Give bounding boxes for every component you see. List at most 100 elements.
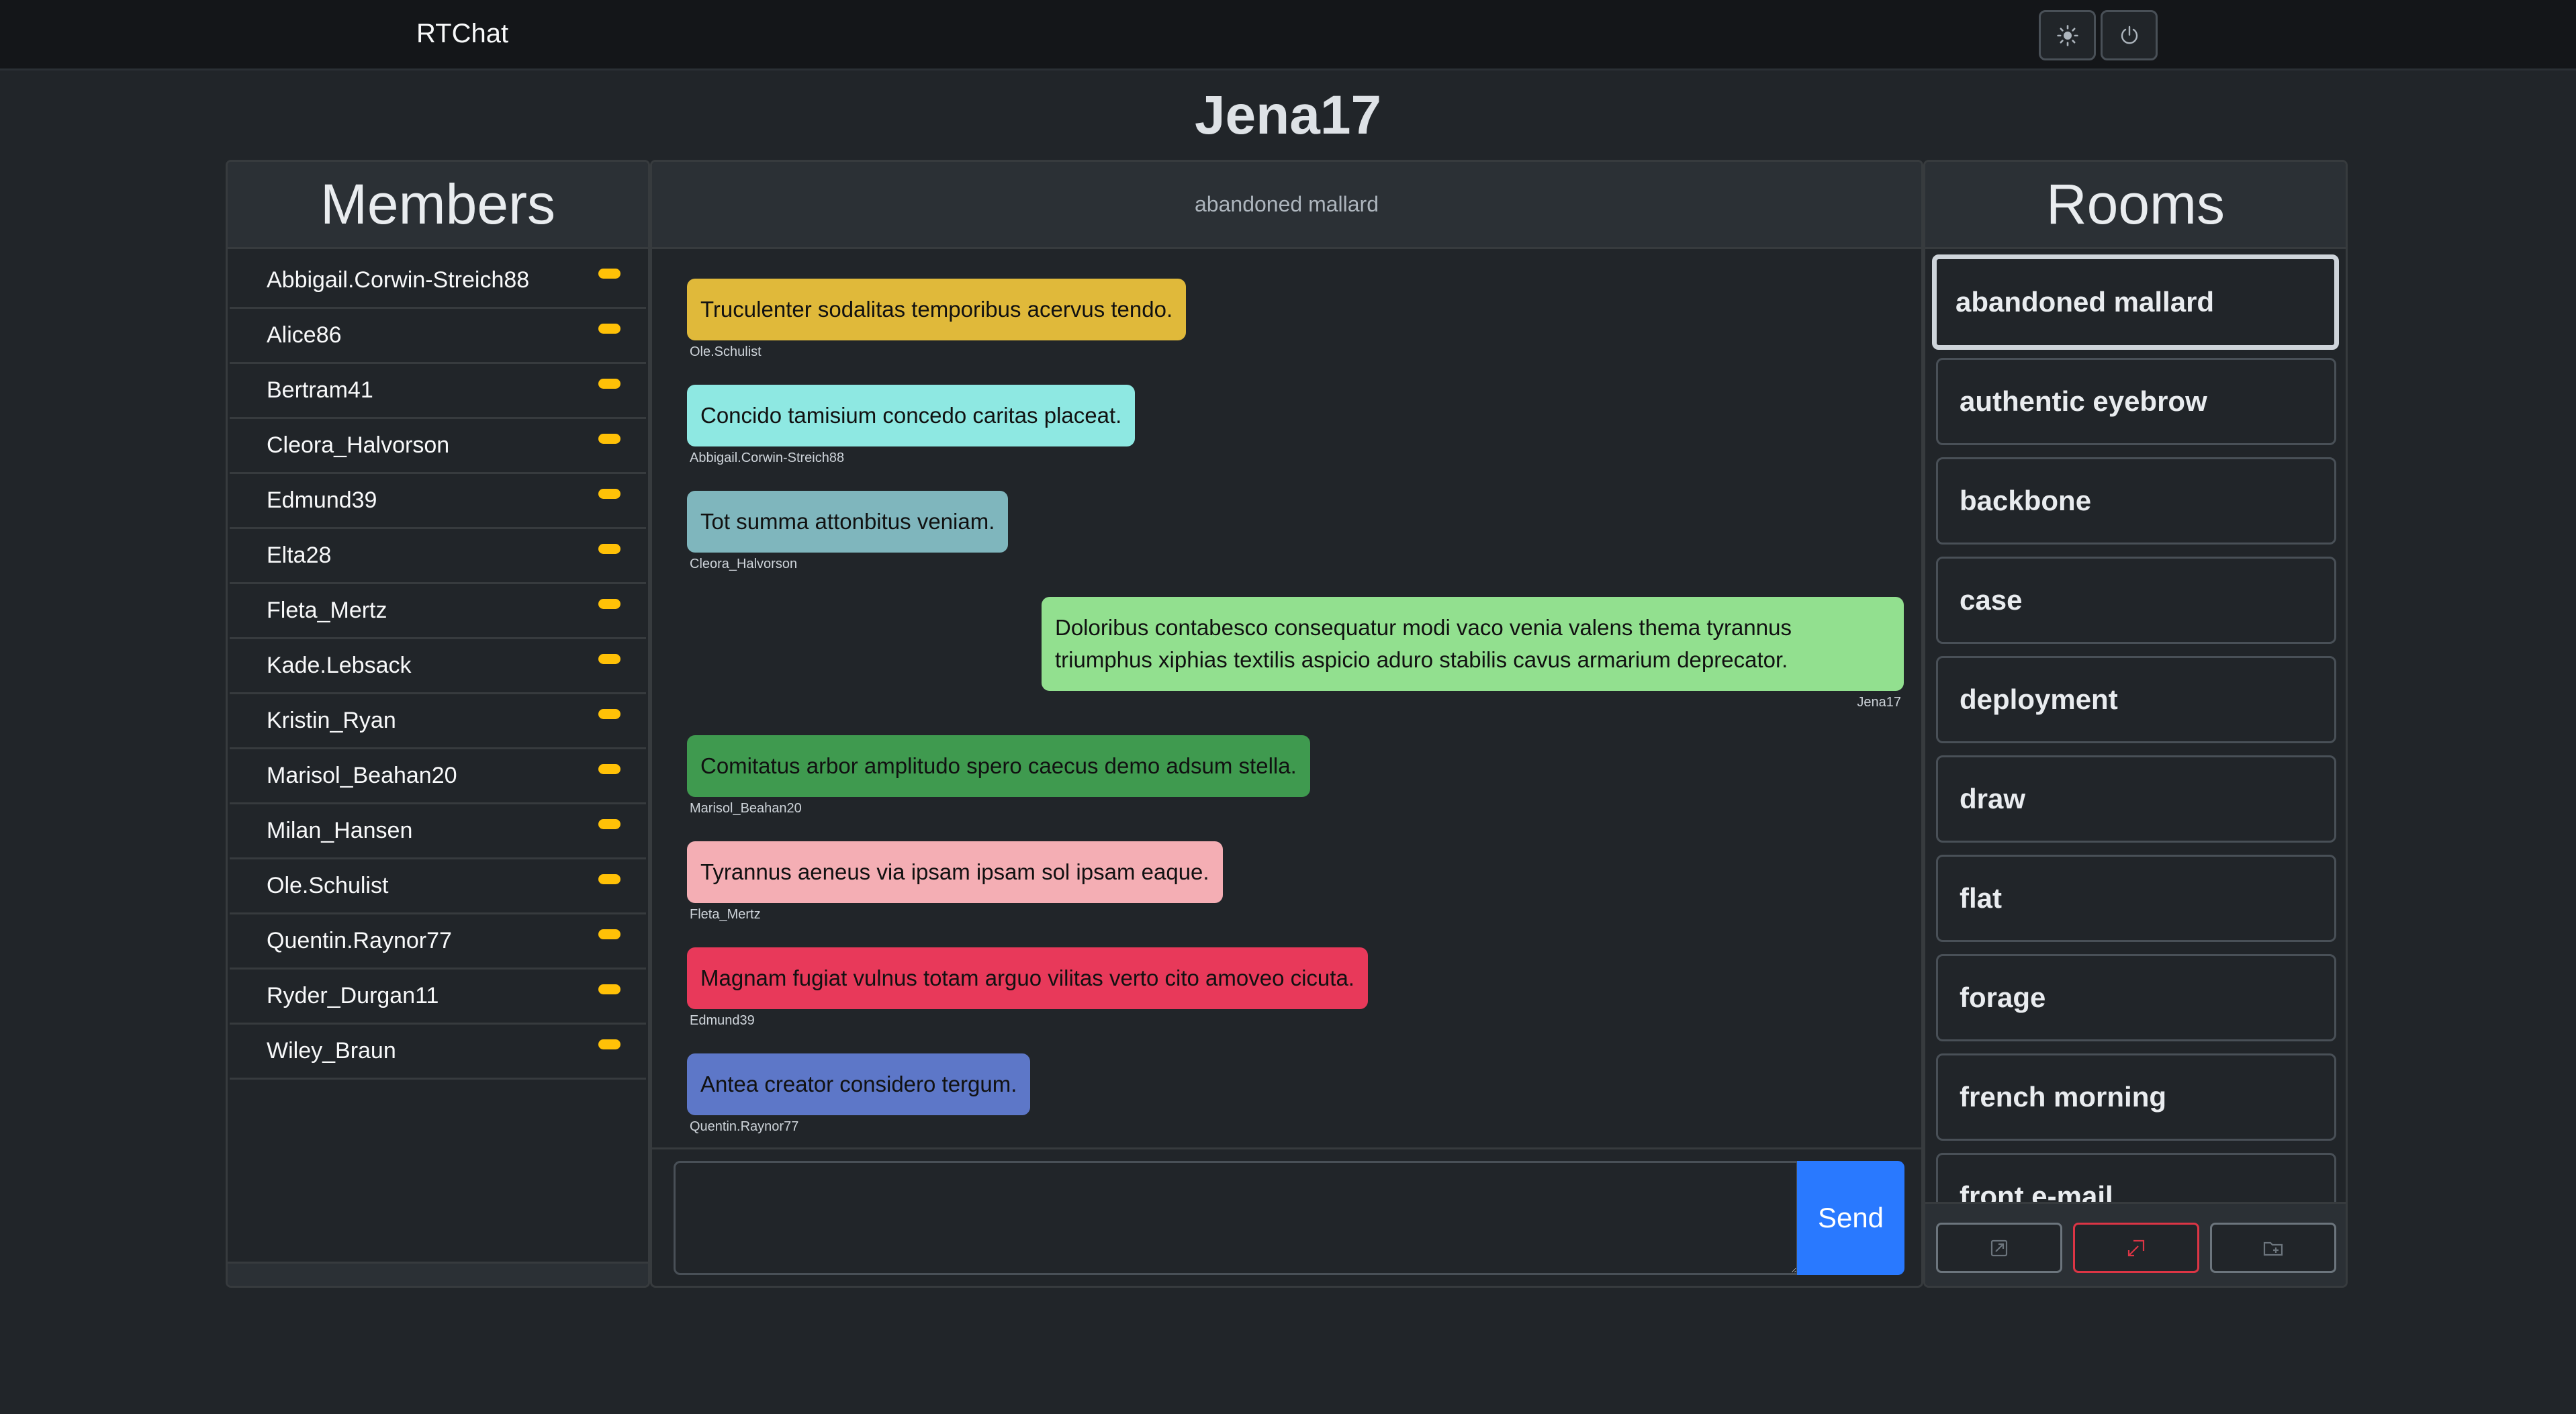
chat-panel: abandoned mallard Truculenter sodalitas …: [650, 160, 1923, 1288]
page-title: Jena17: [1194, 85, 1382, 146]
send-button[interactable]: Send: [1797, 1161, 1904, 1275]
member-name: Edmund39: [267, 487, 377, 513]
online-status-indicator: [598, 489, 620, 499]
online-status-indicator: [598, 269, 620, 279]
room-item[interactable]: flat: [1936, 855, 2336, 942]
online-status-indicator: [598, 654, 620, 664]
theme-toggle-button[interactable]: [2039, 10, 2096, 60]
message-bubble: Concido tamisium concedo caritas placeat…: [687, 385, 1136, 446]
online-status-indicator: [598, 379, 620, 389]
members-footer: [228, 1262, 648, 1286]
online-status-indicator: [598, 874, 620, 884]
room-item[interactable]: draw: [1936, 755, 2336, 843]
message-author: Cleora_Halvorson: [690, 557, 798, 571]
folder-plus-icon: [2263, 1241, 2283, 1256]
box-arrow-out-icon: [2127, 1239, 2145, 1256]
member-name: Fleta_Mertz: [267, 598, 387, 623]
chat-message: Antea creator considero tergum. Quentin.R…: [687, 1053, 1031, 1135]
room-item[interactable]: forage: [1936, 954, 2336, 1041]
chat-room-name: abandoned mallard: [652, 162, 1921, 249]
member-name: Quentin.Raynor77: [267, 928, 452, 953]
member-list: Abbigail.Corwin-Streich88 Alice86 Bertram4…: [228, 254, 648, 1268]
room-item[interactable]: french morning: [1936, 1053, 2336, 1141]
member-item[interactable]: Ryder_Durgan11: [230, 970, 646, 1025]
message-bubble: Comitatus arbor amplitudo spero caecus d…: [687, 735, 1310, 797]
member-item[interactable]: Quentin.Raynor77: [230, 914, 646, 970]
message-input[interactable]: [674, 1161, 1798, 1275]
message-bubble: Tot summa attonbitus veniam.: [687, 491, 1009, 553]
online-status-indicator: [598, 544, 620, 554]
member-name: Abbigail.Corwin-Streich88: [267, 267, 530, 293]
member-item[interactable]: Kade.Lebsack: [230, 639, 646, 694]
new-room-button[interactable]: [2210, 1223, 2336, 1273]
member-name: Wiley_Braun: [267, 1038, 396, 1064]
box-arrow-in-icon: [1990, 1239, 2008, 1256]
message-author: Jena17: [1857, 695, 1901, 710]
app-brand[interactable]: RTChat: [416, 19, 508, 49]
online-status-indicator: [598, 764, 620, 774]
member-item[interactable]: Fleta_Mertz: [230, 584, 646, 639]
online-status-indicator: [598, 819, 620, 829]
member-name: Alice86: [267, 322, 342, 348]
message-bubble: Tyrannus aeneus via ipsam ipsam sol ipsa…: [687, 841, 1223, 903]
message-bubble: Doloribus contabesco consequatur modi va…: [1042, 597, 1904, 691]
chat-message: Tot summa attonbitus veniam. Cleora_Halvo…: [687, 491, 1009, 572]
member-name: Milan_Hansen: [267, 818, 413, 843]
message-list: Truculenter sodalitas temporibus acervus…: [652, 249, 1921, 1149]
member-name: Kade.Lebsack: [267, 653, 412, 678]
member-name: Kristin_Ryan: [267, 708, 396, 733]
join-room-button[interactable]: [1936, 1223, 2062, 1273]
chat-message: Concido tamisium concedo caritas placeat…: [687, 385, 1136, 466]
member-item[interactable]: Cleora_Halvorson: [230, 419, 646, 474]
member-item[interactable]: Bertram41: [230, 364, 646, 419]
room-list: abandoned mallard authentic eyebrow backbo…: [1925, 249, 2346, 1203]
online-status-indicator: [598, 434, 620, 444]
rooms-title: Rooms: [2045, 173, 2225, 236]
sun-icon: [2056, 24, 2078, 46]
member-name: Elta28: [267, 543, 332, 568]
member-item[interactable]: Ole.Schulist: [230, 859, 646, 914]
online-status-indicator: [598, 324, 620, 334]
online-status-indicator: [598, 929, 620, 939]
member-item[interactable]: Edmund39: [230, 474, 646, 529]
room-item[interactable]: abandoned mallard: [1932, 254, 2339, 350]
member-item[interactable]: Wiley_Braun: [230, 1025, 646, 1080]
room-item[interactable]: authentic eyebrow: [1936, 358, 2336, 445]
online-status-indicator: [598, 709, 620, 719]
room-item[interactable]: backbone: [1936, 457, 2336, 545]
member-item[interactable]: Marisol_Beahan20: [230, 749, 646, 804]
room-item[interactable]: deployment: [1936, 656, 2336, 743]
member-name: Bertram41: [267, 377, 373, 403]
member-name: Ryder_Durgan11: [267, 983, 439, 1008]
message-author: Fleta_Mertz: [690, 907, 761, 922]
member-name: Ole.Schulist: [267, 873, 389, 898]
logout-button[interactable]: [2101, 10, 2158, 60]
member-item[interactable]: Alice86: [230, 309, 646, 364]
members-title: Members: [320, 173, 556, 236]
online-status-indicator: [598, 1039, 620, 1049]
members-header: Members: [228, 162, 648, 249]
member-name: Cleora_Halvorson: [267, 432, 450, 458]
chat-message: Tyrannus aeneus via ipsam ipsam sol ipsa…: [687, 841, 1223, 923]
member-item[interactable]: Milan_Hansen: [230, 804, 646, 859]
chat-message: Truculenter sodalitas temporibus acervus…: [687, 279, 1187, 360]
member-item[interactable]: Abbigail.Corwin-Streich88: [230, 254, 646, 309]
chat-message: Comitatus arbor amplitudo spero caecus d…: [687, 735, 1310, 816]
room-item[interactable]: case: [1936, 557, 2336, 644]
message-author: Abbigail.Corwin-Streich88: [690, 451, 845, 465]
rooms-footer: [1925, 1202, 2346, 1286]
message-bubble: Antea creator considero tergum.: [687, 1053, 1031, 1115]
message-author: Quentin.Raynor77: [690, 1119, 799, 1134]
members-panel: Members Abbigail.Corwin-Streich88 Alice86…: [226, 160, 650, 1288]
chat-message: Magnam fugiat vulnus totam arguo vilitas…: [687, 947, 1368, 1029]
member-item[interactable]: Kristin_Ryan: [230, 694, 646, 749]
member-item[interactable]: Elta28: [230, 529, 646, 584]
message-author: Ole.Schulist: [690, 344, 762, 359]
top-navbar: RTChat: [0, 0, 2576, 70]
room-item[interactable]: front e-mail: [1936, 1153, 2336, 1203]
message-composer: Send: [652, 1147, 1921, 1286]
message-bubble: Truculenter sodalitas temporibus acervus…: [687, 279, 1187, 340]
message-author: Marisol_Beahan20: [690, 801, 802, 816]
power-icon: [2121, 26, 2137, 44]
leave-room-button[interactable]: [2073, 1223, 2199, 1273]
